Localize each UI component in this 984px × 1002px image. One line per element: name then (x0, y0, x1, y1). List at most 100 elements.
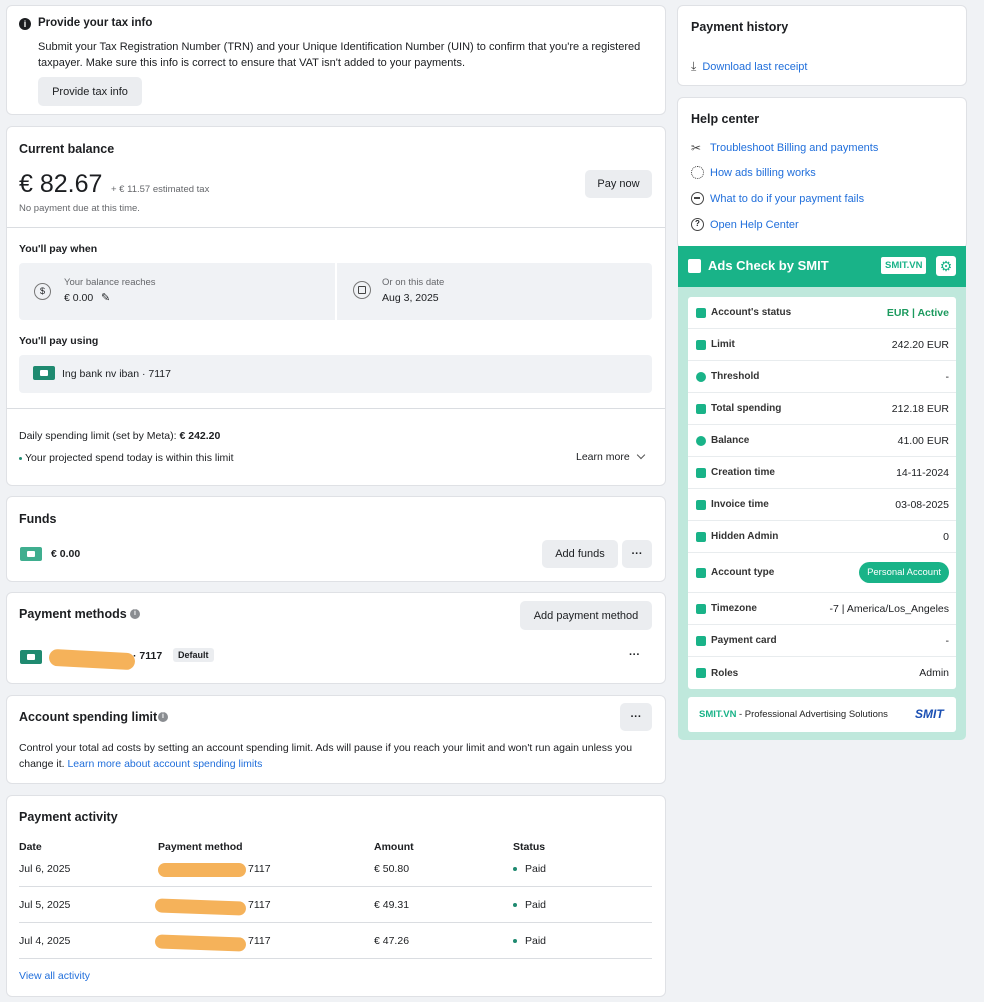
view-all-activity-link[interactable]: View all activity (19, 970, 90, 982)
spending-limit-link[interactable]: Learn more about account spending limits (67, 758, 262, 770)
smit-title: Ads Check by SMIT (708, 258, 829, 273)
row-method: 7117 (248, 863, 271, 875)
pay-now-button[interactable]: Pay now (585, 170, 652, 198)
bank-icon (20, 650, 42, 664)
smit-footer: SMIT.VN - Professional Advertising Solut… (688, 697, 956, 732)
smit-row-label: Total spending (711, 403, 782, 414)
row-method: 7117 (248, 935, 271, 947)
threshold-label: Your balance reaches (64, 277, 156, 288)
spending-limit-desc: Control your total ad costs by setting a… (19, 740, 639, 772)
info-icon: i (158, 712, 168, 722)
threshold-value: € 0.00 (64, 292, 94, 304)
tax-info-desc: Submit your Tax Registration Number (TRN… (38, 41, 641, 69)
funds-card: Funds € 0.00 Add funds ··· (6, 496, 666, 582)
smit-row-value: 242.20 EUR (891, 338, 949, 351)
row-date: Jul 6, 2025 (19, 863, 71, 875)
smit-row-value: Personal Account (859, 562, 956, 583)
help-link-troubleshoot[interactable]: ✂ Troubleshoot Billing and payments (691, 141, 878, 155)
table-row[interactable]: Jul 5, 2025 7117 € 49.31 Paid (19, 887, 652, 923)
pay-using-box: Ing bank nv iban · 7117 (19, 355, 652, 393)
provide-tax-info-button[interactable]: Provide tax info (38, 77, 142, 106)
smit-row-value: 14-11-2024 (896, 466, 949, 479)
roles-icon (696, 668, 706, 678)
row-method: 7117 (248, 899, 271, 911)
smit-row-hidden-admin: Hidden Admin 0 (688, 521, 956, 553)
card-icon (696, 635, 706, 646)
redacted-mark (154, 934, 247, 952)
smit-footer-brand: SMIT.VN (699, 709, 737, 720)
funds-value: € 0.00 (51, 548, 81, 560)
date-box: Or on this date Aug 3, 2025 (337, 263, 652, 320)
learn-more-button[interactable]: Learn more (576, 450, 645, 463)
download-receipt-label: Download last receipt (702, 60, 808, 73)
status-dot (513, 939, 517, 944)
help-link-open-center[interactable]: ? Open Help Center (691, 218, 799, 231)
smit-row-value: 212.18 EUR (891, 402, 949, 415)
within-limit: Your projected spend today is within thi… (19, 452, 234, 464)
payment-method-suffix: · 7117 (133, 650, 163, 662)
smit-row-timezone: Timezone -7 | America/Los_Angeles (688, 593, 956, 625)
current-balance-card: Current balance € 82.67 + € 11.57 estima… (6, 126, 666, 486)
status-dot (513, 867, 517, 872)
redacted-mark (48, 648, 136, 671)
row-status-text: Paid (525, 935, 547, 947)
payment-method-more-button[interactable]: ··· (629, 649, 640, 661)
help-center-title: Help center (691, 112, 760, 126)
smit-info-table: Account's status EUR | Active Limit 242.20… (688, 297, 956, 689)
smit-row-account-type: Account type Personal Account (688, 553, 956, 593)
spending-limit-card: Account spending limit i ··· Control you… (6, 695, 666, 784)
balance-amount: € 82.67 (19, 170, 103, 198)
dollar-icon (696, 435, 706, 446)
table-row[interactable]: Jul 6, 2025 7117 € 50.80 Paid (19, 851, 652, 887)
help-link-payment-fails[interactable]: What to do if your payment fails (691, 192, 864, 205)
smit-row-threshold: Threshold - (688, 361, 956, 393)
account-type-pill: Personal Account (859, 562, 949, 583)
default-badge: Default (173, 648, 214, 662)
question-icon: ? (691, 218, 704, 231)
bank-icon (33, 366, 55, 380)
pay-using-title: You'll pay using (19, 335, 99, 347)
smit-row-label: Limit (711, 339, 735, 350)
table-row[interactable]: Jul 4, 2025 7117 € 47.26 Paid (19, 923, 652, 959)
help-link-billing[interactable]: How ads billing works (691, 166, 816, 179)
row-amount: € 47.26 (374, 935, 410, 947)
pencil-icon[interactable]: ✎ (101, 291, 110, 304)
payment-activity-card: Payment activity Date Payment method Amo… (6, 795, 666, 997)
help-center-card: Help center ✂ Troubleshoot Billing and p… (677, 97, 967, 249)
help-link-label: Open Help Center (710, 218, 799, 231)
minus-circle-icon (691, 192, 704, 205)
tools-icon: ✂ (691, 141, 702, 155)
due-note: No payment due at this time. (19, 203, 140, 214)
smit-row-status: Account's status EUR | Active (688, 297, 956, 329)
smit-row-value: 41.00 EUR (897, 434, 949, 447)
smit-row-value: EUR | Active (886, 306, 949, 319)
smit-row-value: - (945, 370, 950, 383)
spending-icon (696, 403, 706, 414)
row-date: Jul 5, 2025 (19, 899, 71, 911)
smit-row-label: Hidden Admin (711, 531, 779, 542)
smit-row-invoice-time: Invoice time 03-08-2025 (688, 489, 956, 521)
payment-activity-title: Payment activity (19, 810, 118, 824)
spending-limit-more-button[interactable]: ··· (620, 703, 652, 731)
learn-more-label: Learn more (576, 451, 630, 463)
daily-limit-label: Daily spending limit (set by Meta): (19, 430, 180, 442)
row-amount: € 49.31 (374, 899, 410, 911)
smit-row-label: Roles (711, 667, 739, 679)
current-balance-title: Current balance (19, 142, 115, 156)
check-icon (688, 259, 701, 273)
smit-badge[interactable]: SMIT.VN (881, 257, 927, 274)
row-status-text: Paid (525, 863, 547, 875)
smit-row-value: 03-08-2025 (895, 498, 949, 511)
smit-row-value: - (945, 634, 950, 647)
funds-more-button[interactable]: ··· (622, 540, 652, 568)
shield-icon (696, 531, 706, 542)
add-funds-button[interactable]: Add funds (542, 540, 618, 568)
add-payment-method-button[interactable]: Add payment method (520, 601, 652, 630)
pay-using-value: Ing bank nv iban · 7117 (62, 368, 171, 380)
status-dot (513, 903, 517, 908)
smit-header: Ads Check by SMIT SMIT.VN ⚙ (678, 246, 966, 287)
download-receipt-link[interactable]: ⤓ Download last receipt (691, 59, 807, 74)
row-status: Paid (513, 935, 546, 947)
info-icon: i (19, 18, 31, 30)
settings-icon[interactable]: ⚙ (936, 256, 956, 276)
